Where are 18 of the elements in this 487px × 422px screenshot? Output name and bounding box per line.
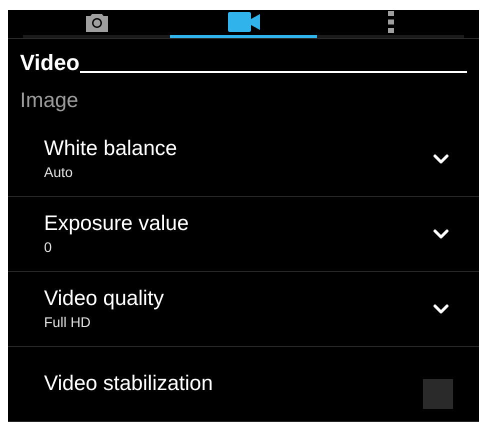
more-icon <box>388 11 394 34</box>
setting-label: Video stabilization <box>44 371 214 397</box>
setting-row[interactable]: Video quality Full HD <box>8 272 479 347</box>
setting-label: Video quality <box>44 286 165 312</box>
setting-label: Exposure value <box>44 211 190 237</box>
setting-row[interactable]: White balance Auto <box>8 122 479 197</box>
setting-value: 0 <box>44 238 53 257</box>
checkbox[interactable] <box>423 379 453 409</box>
setting-row[interactable]: Video stabilization <box>8 347 479 422</box>
section-title: Video <box>20 48 80 76</box>
tab[interactable] <box>317 10 464 38</box>
group-title: Image <box>20 88 78 112</box>
setting-row[interactable]: Exposure value 0 <box>8 197 479 272</box>
video-camera-icon <box>228 12 260 32</box>
setting-value: Auto <box>44 163 74 182</box>
setting-label: White balance <box>44 136 178 162</box>
tab[interactable] <box>170 10 317 38</box>
setting-value: Full HD <box>44 313 92 332</box>
